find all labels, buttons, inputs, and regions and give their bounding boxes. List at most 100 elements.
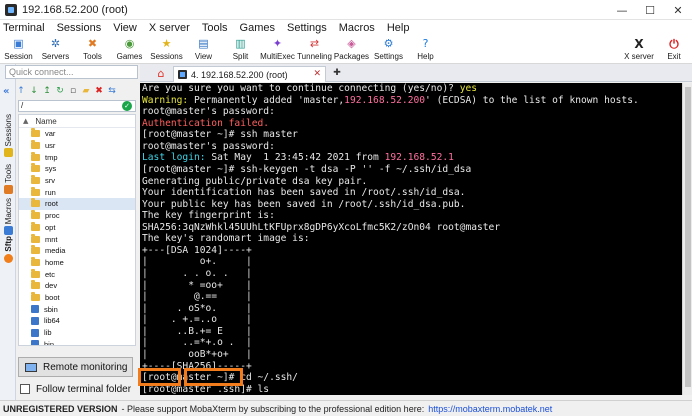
tunneling-button[interactable]: ⇄ Tunneling xyxy=(296,36,333,64)
exit-icon: ⏻ xyxy=(669,36,679,51)
vtab-tools[interactable]: Tools xyxy=(2,164,14,194)
terminal-line: Generating public/private dsa key pair. xyxy=(142,175,368,187)
collapse-sidebar-icon[interactable]: « xyxy=(3,87,13,97)
file-tree-row[interactable]: sbin xyxy=(19,303,135,315)
monitor-icon xyxy=(25,362,37,372)
file-tree-row[interactable]: tmp xyxy=(19,151,135,163)
terminal-output[interactable]: Are you sure you want to continue connec… xyxy=(140,83,682,395)
terminal-line: Authentication failed. xyxy=(142,117,270,129)
sync-icon[interactable]: ⇆ xyxy=(107,86,117,96)
file-tree-row[interactable]: media xyxy=(19,245,135,257)
file-tree-row[interactable]: lib64 xyxy=(19,315,135,327)
file-tree-header[interactable]: ▲ Name xyxy=(19,115,135,128)
file-tree-row[interactable]: run xyxy=(19,186,135,198)
file-tree-row[interactable]: sys xyxy=(19,163,135,175)
menu-settings[interactable]: Settings xyxy=(287,22,327,34)
tools-button[interactable]: ✖ Tools xyxy=(74,36,111,64)
terminal-line: +---[DSA 1024]----+ xyxy=(142,244,252,256)
sftp-toolbar: ↑ ↓ ↥ ↻ ▫ ▰ ✖ ⇆ xyxy=(16,85,136,97)
settings-icon: ⚙ xyxy=(383,37,394,50)
file-tree-row[interactable]: usr xyxy=(19,140,135,152)
settings-button[interactable]: ⚙ Settings xyxy=(370,36,407,64)
file-tree-row[interactable]: etc xyxy=(19,268,135,280)
menu-games[interactable]: Games xyxy=(240,22,275,34)
delete-icon[interactable]: ✖ xyxy=(94,86,104,96)
help-button[interactable]: ? Help xyxy=(407,36,444,64)
packages-button[interactable]: ◈ Packages xyxy=(333,36,370,64)
remote-monitoring-button[interactable]: Remote monitoring xyxy=(18,357,133,377)
xserver-icon: X xyxy=(634,37,644,51)
new-file-icon[interactable]: ▫ xyxy=(68,86,78,96)
folder-icon xyxy=(31,128,40,138)
file-tree-row[interactable]: home xyxy=(19,256,135,269)
sftp-path-input[interactable]: / xyxy=(18,100,136,112)
games-button[interactable]: ◉ Games xyxy=(111,36,148,64)
menu-sessions[interactable]: Sessions xyxy=(57,22,102,34)
mobatek-link[interactable]: https://mobaxterm.mobatek.net xyxy=(428,404,552,414)
home-tab-icon[interactable]: ⌂ xyxy=(154,67,168,81)
file-tree-row[interactable]: mnt xyxy=(19,233,135,245)
split-icon: ▥ xyxy=(235,37,246,50)
main-toolbar: ▣ Session ✲ Servers ✖ Tools ◉ Games ★ Sessions ▤ Vi… xyxy=(0,36,692,64)
xserver-button[interactable]: X X server xyxy=(624,36,654,64)
file-tree-row[interactable]: boot xyxy=(19,291,135,304)
menu-x-server[interactable]: X server xyxy=(149,22,190,34)
tunneling-icon: ⇄ xyxy=(309,37,320,50)
multiexec-icon: ✦ xyxy=(272,37,283,50)
vtab-macros[interactable]: Macros xyxy=(2,198,14,236)
symlink-icon xyxy=(31,316,39,325)
file-tree-row[interactable]: dev xyxy=(19,280,135,292)
folder-icon xyxy=(31,151,40,161)
multiexec-button[interactable]: ✦ MultiExec xyxy=(259,36,296,64)
exit-button[interactable]: ⏻ Exit xyxy=(664,36,684,64)
quick-connect-input[interactable]: Quick connect... xyxy=(5,65,138,79)
symlink-icon xyxy=(31,305,39,314)
folder-icon xyxy=(31,163,40,173)
minimize-icon[interactable]: — xyxy=(608,0,636,20)
menu-tools[interactable]: Tools xyxy=(202,22,228,34)
upload-icon[interactable]: ↥ xyxy=(42,86,52,96)
terminal-line: Warning: Permanently added 'master,192.1… xyxy=(142,94,639,106)
up-folder-icon[interactable]: ↑ xyxy=(16,86,26,96)
menu-terminal[interactable]: Terminal xyxy=(3,22,45,34)
refresh-icon[interactable]: ↻ xyxy=(55,86,65,96)
sessions-button[interactable]: ★ Sessions xyxy=(148,36,185,64)
terminal-line: root@master's password: xyxy=(142,140,275,152)
tab-session-4[interactable]: 4. 192.168.52.200 (root) ✕ xyxy=(173,66,326,82)
servers-button[interactable]: ✲ Servers xyxy=(37,36,74,64)
follow-terminal-folder-checkbox[interactable]: Follow terminal folder xyxy=(20,383,131,395)
new-tab-icon[interactable]: ✚ xyxy=(330,66,344,80)
maximize-icon[interactable]: ☐ xyxy=(636,0,664,20)
file-tree-row[interactable]: srv xyxy=(19,175,135,187)
file-tree-row[interactable]: opt xyxy=(19,221,135,234)
folder-icon xyxy=(31,268,40,278)
folder-icon xyxy=(31,291,40,301)
file-tree-row[interactable]: proc xyxy=(19,210,135,222)
file-tree-row[interactable]: root xyxy=(19,198,135,210)
terminal-line: | . +.=..o | xyxy=(142,314,252,326)
checkbox-icon[interactable] xyxy=(20,384,30,394)
folder-icon xyxy=(31,233,40,243)
split-button[interactable]: ▥ Split xyxy=(222,36,259,64)
sort-up-icon: ▲ xyxy=(23,117,29,125)
scrollbar-thumb[interactable] xyxy=(685,87,691,387)
file-tree-row[interactable]: lib xyxy=(19,327,135,339)
view-button[interactable]: ▤ View xyxy=(185,36,222,64)
terminal-scrollbar[interactable] xyxy=(682,83,692,395)
menu-view[interactable]: View xyxy=(113,22,137,34)
session-button[interactable]: ▣ Session xyxy=(0,36,37,64)
highlight-id-dsa-pub xyxy=(184,368,243,386)
download-icon[interactable]: ↓ xyxy=(29,86,39,96)
macros-icon xyxy=(3,226,13,236)
new-folder-icon[interactable]: ▰ xyxy=(81,86,91,96)
path-ok-icon[interactable]: ✓ xyxy=(122,101,132,111)
close-icon[interactable]: ✕ xyxy=(664,0,692,20)
file-tree-row[interactable]: bin xyxy=(19,338,135,345)
tab-close-icon[interactable]: ✕ xyxy=(313,69,321,79)
menu-macros[interactable]: Macros xyxy=(339,22,375,34)
file-tree-row[interactable]: var xyxy=(19,128,135,140)
vtab-sessions[interactable]: Sessions xyxy=(2,114,14,158)
title-bar: 192.168.52.200 (root) — ☐ ✕ xyxy=(0,0,692,20)
vtab-sftp[interactable]: Sftp xyxy=(2,236,14,263)
menu-help[interactable]: Help xyxy=(387,22,410,34)
